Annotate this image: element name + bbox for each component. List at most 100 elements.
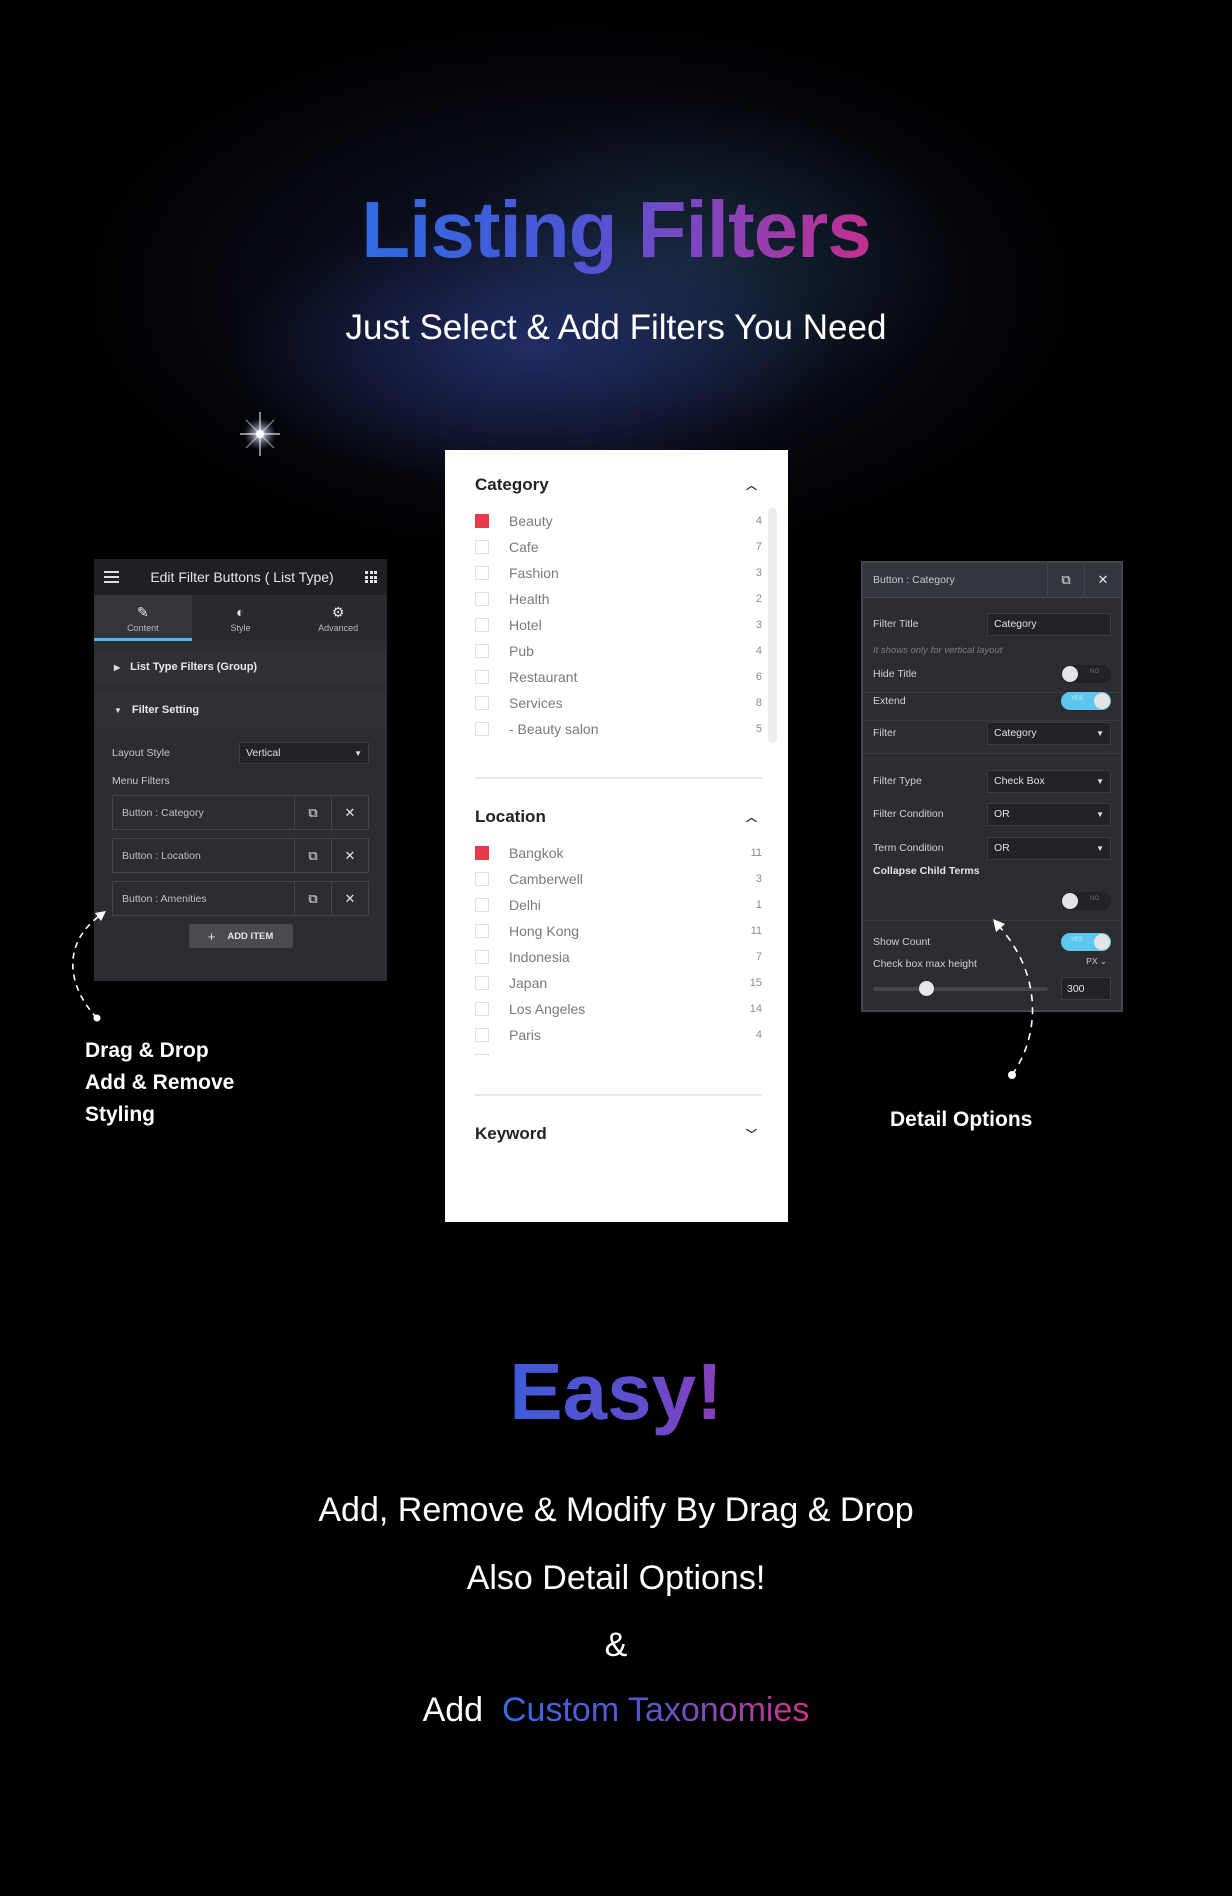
checkbox[interactable] — [475, 514, 489, 528]
filter-title-input[interactable]: Category — [987, 612, 1111, 636]
filter-option-count: 11 — [750, 847, 762, 859]
add-item-label: ADD ITEM — [227, 930, 274, 942]
divider — [475, 777, 762, 779]
hamburger-menu-icon[interactable] — [104, 571, 119, 583]
filter-option[interactable]: - Beauty salon 5 — [475, 716, 762, 742]
filter-option[interactable]: Services 8 — [475, 690, 762, 716]
filter-option-label: Cafe — [509, 539, 539, 555]
apps-grid-icon[interactable] — [365, 571, 377, 583]
filter-option[interactable]: Restaurant 6 — [475, 664, 762, 690]
filter-option[interactable]: Hong Kong 11 — [475, 918, 762, 944]
checkbox[interactable] — [475, 696, 489, 710]
menu-filter-item[interactable]: Button : Category ⧉ ✕ — [112, 795, 369, 830]
filter-option[interactable]: Health 2 — [475, 586, 762, 612]
filter-type-select[interactable]: Check Box ▼ — [987, 769, 1111, 793]
toggle-knob — [1062, 666, 1078, 682]
layout-style-row: Layout Style Vertical ▼ — [94, 741, 387, 765]
duplicate-icon[interactable]: ⧉ — [1047, 563, 1084, 597]
add-item-button[interactable]: + ADD ITEM — [188, 924, 293, 948]
filter-option[interactable]: Indonesia 7 — [475, 944, 762, 970]
duplicate-icon[interactable]: ⧉ — [294, 839, 331, 872]
menu-filter-item[interactable]: Button : Location ⧉ ✕ — [112, 838, 369, 873]
checkbox[interactable] — [475, 540, 489, 554]
filter-option-label: Paris — [509, 1027, 541, 1043]
max-height-input[interactable]: 300 — [1061, 977, 1111, 1000]
hide-title-toggle[interactable]: NO — [1061, 665, 1111, 683]
show-count-toggle[interactable]: YES — [1061, 933, 1111, 951]
checkbox[interactable] — [475, 872, 489, 886]
checkbox[interactable] — [475, 924, 489, 938]
close-icon[interactable]: ✕ — [331, 882, 368, 915]
checkbox[interactable] — [475, 722, 489, 736]
checkbox[interactable] — [475, 1028, 489, 1042]
collapse-toggle[interactable]: NO — [1061, 892, 1111, 910]
keyword-header[interactable]: Keyword ﹀ — [475, 1122, 762, 1146]
max-height-value: 300 — [1067, 982, 1085, 995]
term-condition-row: Term Condition OR ▼ — [873, 836, 1111, 860]
dashed-arrow-right — [993, 919, 1034, 1079]
section-filter-setting[interactable]: ▼ Filter Setting — [94, 693, 387, 727]
filter-option[interactable]: Los Angeles 14 — [475, 996, 762, 1022]
location-list: Bangkok 11 Camberwell 3 Delhi 1 Hong Kong 11 Ind… — [475, 840, 762, 1056]
section-list-type-filters[interactable]: ▶ List Type Filters (Group) — [94, 650, 387, 684]
filter-option[interactable]: Japan 15 — [475, 970, 762, 996]
checkbox[interactable] — [475, 592, 489, 606]
extend-toggle[interactable]: YES — [1061, 692, 1111, 710]
filter-option[interactable]: Delhi 1 — [475, 892, 762, 918]
tab-style[interactable]: ◐ Style — [192, 595, 290, 641]
filter-option[interactable]: Pub 4 — [475, 638, 762, 664]
close-icon[interactable]: ✕ — [331, 796, 368, 829]
tab-content[interactable]: ✎ Content — [94, 595, 192, 641]
checkbox[interactable] — [475, 846, 489, 860]
checkbox[interactable] — [475, 1002, 489, 1016]
checkbox[interactable] — [475, 618, 489, 632]
checkbox[interactable] — [475, 976, 489, 990]
close-icon[interactable]: ✕ — [331, 839, 368, 872]
tab-advanced[interactable]: ⚙ Advanced — [289, 595, 387, 641]
filter-option-count: 7 — [755, 951, 762, 963]
duplicate-icon[interactable]: ⧉ — [294, 882, 331, 915]
filter-condition-select[interactable]: OR ▼ — [987, 802, 1111, 826]
scrollbar[interactable] — [768, 508, 777, 743]
filter-select[interactable]: Category ▼ — [987, 721, 1111, 745]
settings-panel-header: Button : Category ⧉ ✕ — [863, 563, 1121, 598]
duplicate-icon[interactable]: ⧉ — [294, 796, 331, 829]
filter-option-count: 5 — [742, 1055, 762, 1056]
checkbox[interactable] — [475, 670, 489, 684]
chevron-up-icon[interactable]: ︿ — [746, 477, 757, 493]
section-label: List Type Filters (Group) — [130, 661, 258, 673]
filter-option-count: 1 — [755, 899, 762, 911]
filter-option[interactable]: Hotel 3 — [475, 612, 762, 638]
checkbox[interactable] — [475, 950, 489, 964]
chevron-up-icon[interactable]: ︿ — [746, 809, 757, 825]
filter-condition-row: Filter Condition OR ▼ — [873, 802, 1111, 826]
close-icon[interactable]: ✕ — [1084, 563, 1121, 597]
term-condition-select[interactable]: OR ▼ — [987, 836, 1111, 860]
filter-option[interactable]: Philippines5 — [475, 1048, 762, 1056]
checkbox[interactable] — [475, 644, 489, 658]
toggle-knob — [1094, 693, 1110, 709]
filter-option[interactable]: Fashion 3 — [475, 560, 762, 586]
checkbox[interactable] — [475, 566, 489, 580]
arrowhead-icon — [95, 911, 106, 921]
category-header[interactable]: Category ︿ — [475, 473, 762, 497]
unit-select[interactable]: PX ⌄ — [1086, 956, 1107, 967]
filter-option[interactable]: Beauty 4 — [475, 508, 762, 534]
menu-filter-item[interactable]: Button : Amenities ⧉ ✕ — [112, 881, 369, 916]
slider-thumb[interactable] — [918, 981, 934, 996]
chevron-down-icon[interactable]: ﹀ — [746, 1126, 757, 1142]
location-header[interactable]: Location ︿ — [475, 805, 762, 829]
filter-option[interactable]: Camberwell 3 — [475, 866, 762, 892]
checkbox[interactable] — [475, 898, 489, 912]
layout-style-select[interactable]: Vertical ▼ — [239, 742, 369, 764]
filter-option[interactable]: Bangkok 11 — [475, 840, 762, 866]
dot-icon — [93, 1014, 101, 1022]
feature-line-2: Also Detail Options! — [466, 1559, 766, 1597]
filter-option-label: Delhi — [509, 897, 541, 913]
filter-option[interactable]: Paris 4 — [475, 1022, 762, 1048]
filter-option-label: Camberwell — [509, 871, 583, 887]
checkbox[interactable] — [475, 1054, 489, 1056]
location-title: Location — [475, 807, 546, 826]
filter-option[interactable]: Cafe 7 — [475, 534, 762, 560]
filter-option-label: Japan — [509, 975, 548, 991]
